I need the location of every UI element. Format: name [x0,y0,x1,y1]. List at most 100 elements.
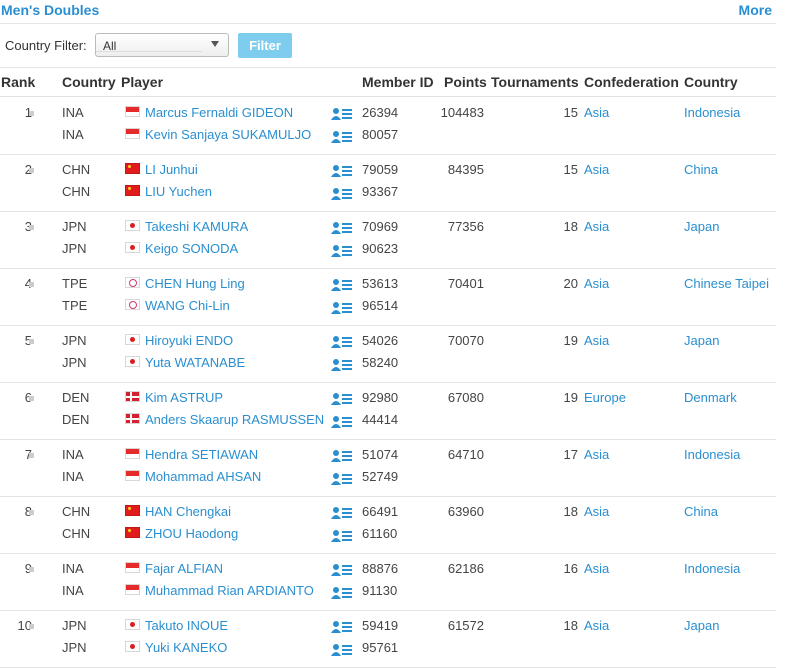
table-row: 4 TPE CHEN Hung Ling 53613 TPE WANG Chi-… [0,268,776,326]
confederation-link[interactable]: Asia [584,504,609,519]
country-link[interactable]: Indonesia [684,561,740,576]
player-profile-icon[interactable] [331,392,353,406]
member-id: 79059 [362,162,399,177]
player-name-link[interactable]: LI Junhui [145,162,198,177]
tournaments-value: 19 [563,390,578,405]
confederation-link[interactable]: Asia [584,105,609,120]
column-header-country-code[interactable]: Country [62,74,116,90]
player-profile-icon[interactable] [331,130,353,144]
points-value: 64710 [447,447,484,462]
player-profile-icon[interactable] [331,221,353,235]
confederation-link[interactable]: Europe [584,390,626,405]
section-title: Men's Doubles [1,2,100,18]
country-link[interactable]: Japan [684,618,719,633]
country-filter-select[interactable]: All [95,33,229,57]
player-profile-icon[interactable] [331,244,353,258]
country-link[interactable]: China [684,162,718,177]
player-profile-icon[interactable] [331,472,353,486]
country-filter-label: Country Filter: [5,38,87,53]
player-profile-icon[interactable] [331,643,353,657]
country-link[interactable]: China [684,504,718,519]
rank-change-icon [29,396,34,401]
divider [0,23,776,24]
country-link[interactable]: Japan [684,333,719,348]
divider [0,67,776,68]
player-country-code: INA [62,127,84,142]
player-name-link[interactable]: CHEN Hung Ling [145,276,245,291]
player-name-link[interactable]: Yuta WATANABE [145,355,245,370]
player-name-link[interactable]: Marcus Fernaldi GIDEON [145,105,293,120]
column-header-tournaments[interactable]: Tournaments [491,74,579,90]
tournaments-value: 15 [563,105,578,120]
table-row: 2 CHN LI Junhui 79059 CHN LIU Yuchen 933… [0,154,776,212]
player-country-code: TPE [62,298,88,313]
country-flag-icon [125,470,140,481]
more-link[interactable]: More [739,2,772,18]
confederation-link[interactable]: Asia [584,276,609,291]
country-flag-icon [125,505,140,516]
country-link[interactable]: Indonesia [684,105,740,120]
country-link[interactable]: Indonesia [684,447,740,462]
player-name-link[interactable]: Anders Skaarup RASMUSSEN [145,412,324,427]
column-header-country[interactable]: Country [684,74,738,90]
player-profile-icon[interactable] [331,620,353,634]
player-name-link[interactable]: Muhammad Rian ARDIANTO [145,583,314,598]
player-name-link[interactable]: ZHOU Haodong [145,526,238,541]
column-header-points[interactable]: Points [444,74,487,90]
filter-button[interactable]: Filter [238,33,292,58]
player-profile-icon[interactable] [331,187,353,201]
player-name-link[interactable]: Kevin Sanjaya SUKAMULJO [145,127,311,142]
player-country-code: DEN [62,390,90,405]
confederation-link[interactable]: Asia [584,333,609,348]
player-name-link[interactable]: Kim ASTRUP [145,390,223,405]
player-name-link[interactable]: Keigo SONODA [145,241,238,256]
player-name-link[interactable]: LIU Yuchen [145,184,212,199]
column-header-confederation[interactable]: Confederation [584,74,679,90]
player-country-code: CHN [62,184,91,199]
player-profile-icon[interactable] [331,449,353,463]
column-header-player[interactable]: Player [121,74,163,90]
tournaments-value: 18 [563,618,578,633]
country-link[interactable]: Chinese Taipei [684,276,769,291]
country-flag-icon [125,356,140,367]
confederation-link[interactable]: Asia [584,447,609,462]
country-link[interactable]: Japan [684,219,719,234]
player-country-code: CHN [62,526,91,541]
confederation-link[interactable]: Asia [584,162,609,177]
player-name-link[interactable]: Hendra SETIAWAN [145,447,258,462]
player-name-link[interactable]: Fajar ALFIAN [145,561,223,576]
confederation-link[interactable]: Asia [584,219,609,234]
player-name-link[interactable]: Takeshi KAMURA [145,219,248,234]
table-row: 8 CHN HAN Chengkai 66491 CHN ZHOU Haodon… [0,496,776,554]
player-country-code: INA [62,583,84,598]
player-name-link[interactable]: Hiroyuki ENDO [145,333,233,348]
country-flag-icon [125,163,140,174]
player-profile-icon[interactable] [331,586,353,600]
player-name-link[interactable]: Mohammad AHSAN [145,469,261,484]
player-name-link[interactable]: WANG Chi-Lin [145,298,230,313]
player-country-code: TPE [62,276,88,291]
confederation-link[interactable]: Asia [584,561,609,576]
player-profile-icon[interactable] [331,107,353,121]
player-name-link[interactable]: HAN Chengkai [145,504,231,519]
country-link[interactable]: Denmark [684,390,737,405]
player-name-link[interactable]: Takuto INOUE [145,618,228,633]
player-profile-icon[interactable] [331,278,353,292]
player-profile-icon[interactable] [331,301,353,315]
player-profile-icon[interactable] [331,529,353,543]
column-header-member-id[interactable]: Member ID [362,74,434,90]
player-country-code: DEN [62,412,90,427]
player-profile-icon[interactable] [331,164,353,178]
player-profile-icon[interactable] [331,415,353,429]
confederation-link[interactable]: Asia [584,618,609,633]
player-name-link[interactable]: Yuki KANEKO [145,640,227,655]
country-flag-icon [125,641,140,652]
player-profile-icon[interactable] [331,563,353,577]
player-profile-icon[interactable] [331,335,353,349]
country-flag-icon [125,106,140,117]
player-profile-icon[interactable] [331,358,353,372]
column-header-rank[interactable]: Rank [1,74,35,90]
player-profile-icon[interactable] [331,506,353,520]
player-country-code: INA [62,561,84,576]
member-id: 88876 [362,561,399,576]
